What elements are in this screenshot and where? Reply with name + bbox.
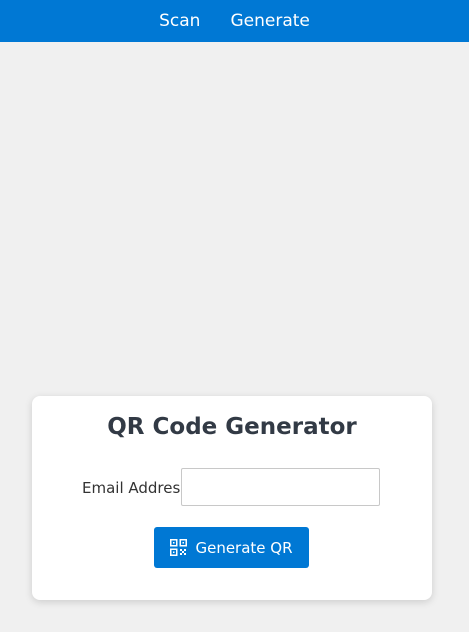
generate-qr-button-label: Generate QR	[195, 538, 293, 557]
email-input[interactable]	[181, 468, 380, 506]
qr-generator-card: QR Code Generator Email Address Generate…	[32, 396, 432, 600]
card-title: QR Code Generator	[107, 414, 357, 440]
email-label: Email Address	[82, 479, 189, 497]
nav-link-scan[interactable]: Scan	[159, 0, 200, 42]
nav-link-generate[interactable]: Generate	[230, 0, 309, 42]
generate-qr-button[interactable]: Generate QR	[154, 527, 309, 568]
top-nav-bar: Scan Generate	[0, 0, 469, 42]
qr-code-icon	[170, 539, 188, 556]
